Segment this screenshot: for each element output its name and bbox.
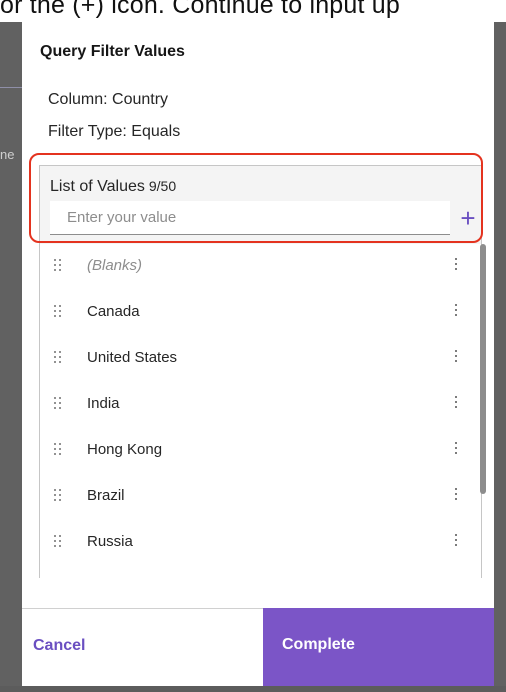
backdrop-divider [0, 87, 22, 88]
list-label: List of Values [50, 178, 145, 195]
instruction-caption: or the (+) icon. Continue to input up [0, 0, 401, 19]
column-info: Column: Country [48, 91, 169, 108]
overflow-menu-icon[interactable] [454, 488, 458, 502]
values-list[interactable]: (Blanks) Canada United States India Hong [40, 244, 481, 578]
list-item[interactable]: United States [40, 336, 470, 382]
drag-handle-icon[interactable] [54, 535, 62, 547]
filter-type-info: Filter Type: Equals [48, 123, 181, 140]
overflow-menu-icon[interactable] [454, 396, 458, 410]
drag-handle-icon[interactable] [54, 489, 62, 501]
complete-button[interactable]: Complete [263, 608, 494, 686]
list-item[interactable]: (Blanks) [40, 244, 470, 290]
complete-button-label: Complete [282, 636, 355, 653]
plus-icon: + [460, 203, 476, 233]
drag-handle-icon[interactable] [54, 259, 62, 271]
list-item-label: United States [87, 349, 178, 366]
overflow-menu-icon[interactable] [454, 534, 458, 548]
value-input[interactable] [50, 201, 450, 235]
overflow-menu-icon[interactable] [454, 304, 458, 318]
overflow-menu-icon[interactable] [454, 350, 458, 364]
overflow-menu-icon[interactable] [454, 442, 458, 456]
add-value-button[interactable]: + [455, 201, 481, 235]
list-item[interactable]: Russia [40, 520, 470, 566]
list-item-label: India [87, 395, 120, 412]
dialog-footer: Cancel Complete [22, 608, 494, 686]
overflow-menu-icon[interactable] [454, 258, 458, 272]
list-of-values-header: List of Values 9/50 [50, 178, 176, 196]
drag-handle-icon[interactable] [54, 351, 62, 363]
drag-handle-icon[interactable] [54, 443, 62, 455]
drag-handle-icon[interactable] [54, 305, 62, 317]
cancel-button-label: Cancel [33, 637, 86, 654]
cancel-button[interactable]: Cancel [22, 608, 263, 686]
list-item-label: Hong Kong [87, 441, 163, 458]
instruction-caption-strip: or the (+) icon. Continue to input up [0, 0, 506, 22]
values-panel: List of Values9/50 + (Blanks) Canada Uni… [39, 165, 486, 578]
list-item-label: (Blanks) [87, 257, 143, 274]
backdrop-left: ne [0, 22, 22, 692]
list-scrollbar[interactable] [480, 244, 486, 494]
list-item[interactable]: Hong Kong [40, 428, 470, 474]
backdrop-bottom [0, 686, 506, 692]
list-item-label: Canada [87, 303, 140, 320]
list-item[interactable]: Canada [40, 290, 470, 336]
drag-handle-icon[interactable] [54, 397, 62, 409]
list-item[interactable]: Brazil [40, 474, 470, 520]
backdrop-text-fragment: ne [0, 147, 15, 162]
query-filter-dialog: Query Filter Values Column: Country Filt… [22, 22, 494, 686]
list-item-label: Brazil [87, 487, 125, 504]
list-item[interactable]: India [40, 382, 470, 428]
list-item-label: Russia [87, 533, 133, 550]
value-count: 9/50 [148, 178, 177, 194]
dialog-title: Query Filter Values [40, 43, 185, 60]
backdrop-right [494, 22, 506, 692]
